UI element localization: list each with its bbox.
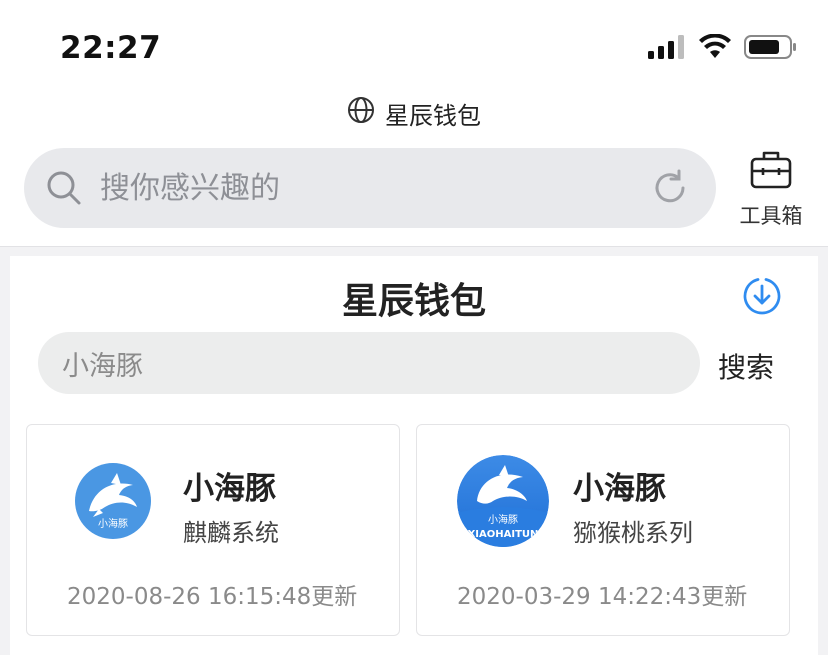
search-button[interactable]: 搜索 xyxy=(718,346,774,386)
app-name: 小海豚 xyxy=(183,471,276,507)
globe-icon xyxy=(347,96,375,130)
toolbox-label: 工具箱 xyxy=(739,204,803,228)
app-series: 猕猴桃系列 xyxy=(573,519,693,547)
refresh-icon[interactable] xyxy=(650,168,690,208)
app-logo-text: 小海豚 xyxy=(98,517,128,530)
browser-title-bar: 星辰钱包 xyxy=(0,96,828,130)
wallet-panel: 星辰钱包 搜索 小海豚 xyxy=(10,256,818,655)
signal-icon xyxy=(648,35,686,63)
top-search-bar[interactable] xyxy=(24,148,716,228)
toolbox-button[interactable]: 工具箱 xyxy=(734,148,808,230)
app-updated-time: 2020-03-29 14:22:43更新 xyxy=(457,584,748,610)
app-name: 小海豚 xyxy=(573,471,666,507)
top-search-input[interactable] xyxy=(100,164,640,212)
status-bar: 22:27 xyxy=(0,0,828,96)
wifi-icon xyxy=(698,33,732,64)
app-series: 麒麟系统 xyxy=(183,519,279,547)
battery-icon xyxy=(744,34,798,64)
browser-title: 星辰钱包 xyxy=(385,101,481,130)
panel-search-bar[interactable] xyxy=(38,332,700,394)
toolbox-icon xyxy=(749,148,793,196)
app-logo: 小海豚 XIAOHAITUN xyxy=(457,455,549,547)
app-logo: 小海豚 xyxy=(67,455,159,547)
app-logo-subtext: XIAOHAITUN xyxy=(468,529,539,540)
app-card[interactable]: 小海豚 XIAOHAITUN 小海豚 猕猴桃系列 2020-03-29 14:2… xyxy=(416,424,790,636)
search-icon xyxy=(46,170,82,206)
app-card[interactable]: 小海豚 小海豚 麒麟系统 2020-08-26 16:15:48更新 xyxy=(26,424,400,636)
page: 22:27 星辰钱包 搜你感兴趣的 工具箱 星辰钱包 小海豚 搜索 小海豚 小海… xyxy=(0,0,828,655)
app-updated-time: 2020-08-26 16:15:48更新 xyxy=(67,584,358,610)
app-logo-text: 小海豚 xyxy=(488,513,518,526)
download-icon[interactable] xyxy=(742,276,782,316)
panel-title: 星辰钱包 xyxy=(341,281,486,322)
app-grid: 小海豚 小海豚 麒麟系统 2020-08-26 16:15:48更新 小海豚 X… xyxy=(26,424,802,655)
panel-search-input[interactable] xyxy=(62,344,682,382)
status-time: 22:27 xyxy=(60,30,162,66)
status-icons xyxy=(648,33,798,64)
